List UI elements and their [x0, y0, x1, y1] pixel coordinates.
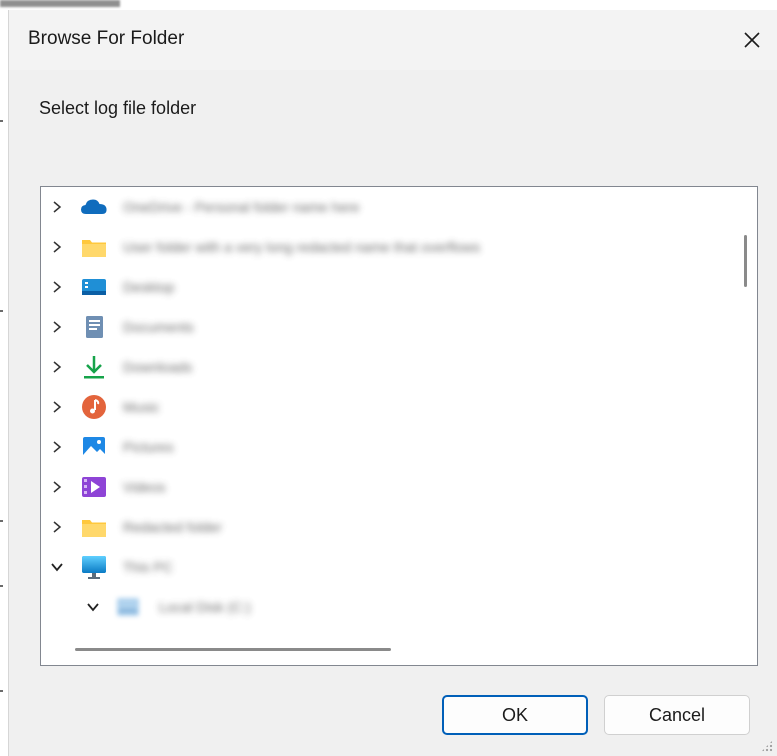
onedrive-cloud-icon: [79, 192, 109, 222]
expand-toggle[interactable]: [45, 315, 69, 339]
background-edge-mark: [0, 310, 3, 312]
tree-item-label: Documents: [123, 319, 194, 335]
chevron-right-icon: [53, 281, 62, 293]
tree-item-documents[interactable]: Documents: [41, 307, 721, 347]
expand-toggle[interactable]: [45, 275, 69, 299]
browse-for-folder-dialog: Browse For Folder Select log file folder…: [8, 10, 777, 756]
collapse-toggle[interactable]: [81, 595, 105, 619]
folder-tree[interactable]: OneDrive - Personal folder name here Use…: [40, 186, 758, 666]
expand-toggle[interactable]: [45, 195, 69, 219]
folder-icon: [79, 232, 109, 262]
expand-toggle[interactable]: [45, 235, 69, 259]
background-edge-mark: [0, 120, 3, 122]
horizontal-scrollbar[interactable]: [75, 648, 391, 651]
background-window-text: [0, 0, 120, 7]
tree-item-label: This PC: [123, 559, 173, 575]
pictures-icon: [79, 432, 109, 462]
chevron-right-icon: [53, 481, 62, 493]
this-pc-icon: [79, 552, 109, 582]
tree-item-label: Music: [123, 399, 160, 415]
resize-grip[interactable]: [761, 740, 773, 752]
tree-item-label: Redacted folder: [123, 519, 222, 535]
dialog-prompt: Select log file folder: [39, 98, 197, 118]
desktop-icon: [79, 272, 109, 302]
tree-item-desktop[interactable]: Desktop: [41, 267, 721, 307]
documents-icon: [79, 312, 109, 342]
chevron-right-icon: [53, 201, 62, 213]
chevron-right-icon: [53, 441, 62, 453]
tree-item-folder[interactable]: Redacted folder: [41, 507, 721, 547]
tree-item-label: OneDrive - Personal folder name here: [123, 199, 360, 215]
chevron-right-icon: [53, 361, 62, 373]
chevron-down-icon: [51, 563, 63, 572]
downloads-icon: [79, 352, 109, 382]
chevron-right-icon: [53, 521, 62, 533]
tree-item-label: Pictures: [123, 439, 174, 455]
close-button[interactable]: [734, 22, 770, 58]
cancel-button[interactable]: Cancel: [604, 695, 750, 735]
folder-icon: [79, 512, 109, 542]
ok-button[interactable]: OK: [442, 695, 588, 735]
expand-toggle[interactable]: [45, 355, 69, 379]
tree-item-drive[interactable]: Local Disk (C:): [41, 587, 721, 627]
tree-item-label: User folder with a very long redacted na…: [123, 239, 481, 255]
chevron-right-icon: [53, 321, 62, 333]
expand-toggle[interactable]: [45, 475, 69, 499]
videos-icon: [79, 472, 109, 502]
tree-item-label: Videos: [123, 479, 166, 495]
tree-item-label: Local Disk (C:): [159, 599, 251, 615]
background-edge-mark: [0, 520, 3, 522]
background-edge-mark: [0, 690, 3, 692]
tree-item-videos[interactable]: Videos: [41, 467, 721, 507]
vertical-scrollbar[interactable]: [744, 235, 747, 287]
tree-item-pictures[interactable]: Pictures: [41, 427, 721, 467]
collapse-toggle[interactable]: [45, 555, 69, 579]
close-icon: [744, 32, 760, 48]
chevron-right-icon: [53, 401, 62, 413]
tree-item-downloads[interactable]: Downloads: [41, 347, 721, 387]
music-icon: [79, 392, 109, 422]
tree-item-music[interactable]: Music: [41, 387, 721, 427]
tree-item-this-pc[interactable]: This PC: [41, 547, 721, 587]
expand-toggle[interactable]: [45, 395, 69, 419]
drive-icon: [113, 592, 143, 622]
tree-item-label: Downloads: [123, 359, 193, 375]
expand-toggle[interactable]: [45, 435, 69, 459]
background-edge-mark: [0, 585, 3, 587]
title-bar[interactable]: Browse For Folder: [9, 10, 777, 70]
tree-item-user-folder[interactable]: User folder with a very long redacted na…: [41, 227, 721, 267]
expand-toggle[interactable]: [45, 515, 69, 539]
tree-item-label: Desktop: [123, 279, 175, 295]
chevron-down-icon: [87, 603, 99, 612]
chevron-right-icon: [53, 241, 62, 253]
dialog-title: Browse For Folder: [28, 28, 185, 49]
tree-item-onedrive[interactable]: OneDrive - Personal folder name here: [41, 187, 721, 227]
